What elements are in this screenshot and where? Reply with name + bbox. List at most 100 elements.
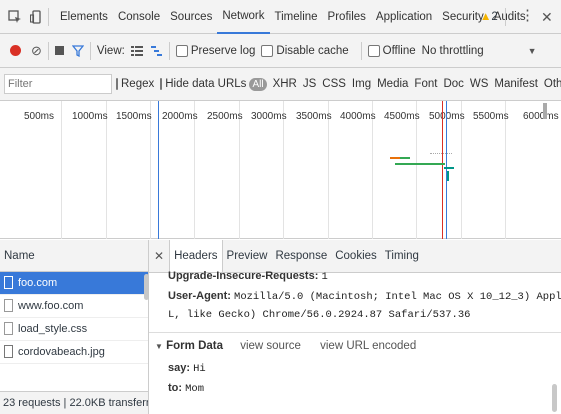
request-details: ✕ Headers Preview Response Cookies Timin… <box>149 240 561 414</box>
form-data-title: Form Data <box>166 340 223 352</box>
filter-type-css[interactable]: CSS <box>322 78 346 90</box>
request-name: www.foo.com <box>18 300 84 312</box>
hide-data-urls-label: Hide data URLs <box>165 78 247 90</box>
form-field-value: Mom <box>185 383 205 395</box>
filter-type-xhr[interactable]: XHR <box>273 78 297 90</box>
tab-headers[interactable]: Headers <box>169 240 223 272</box>
disable-cache-checkbox[interactable] <box>261 44 274 57</box>
document-icon <box>4 276 13 289</box>
request-name: foo.com <box>18 277 58 289</box>
tab-network[interactable]: Network <box>217 0 270 34</box>
tab-elements[interactable]: Elements <box>55 0 113 34</box>
details-scrollbar[interactable] <box>552 384 557 412</box>
throttling-select[interactable]: No throttling <box>422 45 484 57</box>
filter-type-font[interactable]: Font <box>414 78 437 90</box>
request-list: Name foo.com www.foo.com load_style.css … <box>0 240 149 414</box>
regex-checkbox[interactable] <box>116 78 118 90</box>
form-field-value: Hi <box>193 363 206 375</box>
inspect-element-icon[interactable] <box>8 9 22 24</box>
tab-application[interactable]: Application <box>371 0 437 34</box>
filter-type-manifest[interactable]: Manifest <box>494 78 537 90</box>
tick-label: 3000ms <box>251 111 287 122</box>
header-value: L, like Gecko) Chrome/56.0.2924.87 Safar… <box>168 309 471 321</box>
hide-data-urls-checkbox[interactable] <box>160 78 163 90</box>
dom-content-loaded-line <box>158 101 159 239</box>
filter-input[interactable] <box>4 74 112 94</box>
preserve-log-label: Preserve log <box>190 44 256 57</box>
close-icon[interactable]: ✕ <box>149 249 169 263</box>
warning-counter[interactable]: ▲2 <box>480 0 498 34</box>
tick-label: 4500ms <box>384 111 420 122</box>
header-value: 1 <box>321 271 328 283</box>
tab-console[interactable]: Console <box>113 0 165 34</box>
filter-type-img[interactable]: Img <box>352 78 371 90</box>
tab-profiles[interactable]: Profiles <box>323 0 371 34</box>
filter-type-ws[interactable]: WS <box>470 78 489 90</box>
toolbar-separator-2 <box>89 41 91 60</box>
form-field-row: to: Mom <box>168 382 204 395</box>
finish-line <box>446 101 447 239</box>
filter-type-all[interactable]: All <box>249 77 267 91</box>
waterfall-bar <box>400 157 410 159</box>
header-key: Upgrade-Insecure-Requests: <box>168 270 319 282</box>
timeline-overview[interactable]: 500ms 1000ms 1500ms 2000ms 2500ms 3000ms… <box>0 101 561 239</box>
tab-response[interactable]: Response <box>271 240 331 272</box>
form-field-row: say: Hi <box>168 362 206 375</box>
waterfall-overview-icon[interactable] <box>150 45 163 56</box>
tab-cookies[interactable]: Cookies <box>331 240 381 272</box>
dropdown-arrow-icon[interactable]: ▼ <box>528 46 537 56</box>
filter-type-media[interactable]: Media <box>377 78 408 90</box>
request-row[interactable]: www.foo.com <box>0 295 148 318</box>
header-row: Upgrade-Insecure-Requests: 1 <box>168 270 328 283</box>
form-field-key: to: <box>168 382 183 394</box>
toolbar-separator-3 <box>168 41 170 60</box>
filter-type-other[interactable]: Other <box>544 78 561 90</box>
tick-label: 1500ms <box>116 111 152 122</box>
request-name: load_style.css <box>18 323 88 335</box>
large-request-rows-icon[interactable] <box>130 45 143 56</box>
section-divider <box>149 332 561 333</box>
record-icon[interactable] <box>10 45 21 56</box>
request-row[interactable]: load_style.css <box>0 318 148 341</box>
tick-label: 4000ms <box>340 111 376 122</box>
request-row[interactable]: cordovabeach.jpg <box>0 341 148 364</box>
tabbar-separator <box>48 7 49 26</box>
filter-type-doc[interactable]: Doc <box>443 78 463 90</box>
waterfall-bar <box>395 163 445 165</box>
stylesheet-icon <box>4 322 13 335</box>
filter-type-js[interactable]: JS <box>303 78 316 90</box>
close-icon[interactable]: ✕ <box>541 0 553 34</box>
header-value-continued: L, like Gecko) Chrome/56.0.2924.87 Safar… <box>168 308 470 321</box>
offline-checkbox[interactable] <box>367 44 380 57</box>
tab-preview[interactable]: Preview <box>223 240 272 272</box>
device-toolbar-icon[interactable] <box>29 9 42 24</box>
tab-sources[interactable]: Sources <box>165 0 217 34</box>
tick-label: 6000ms <box>523 111 559 122</box>
toolbar-separator-4 <box>360 41 362 60</box>
name-column-header[interactable]: Name <box>0 240 148 272</box>
form-data-section-header[interactable]: ▼ Form Data view source view URL encoded <box>155 340 416 352</box>
view-url-encoded-link[interactable]: view URL encoded <box>320 340 416 352</box>
view-source-link[interactable]: view source <box>240 340 301 352</box>
tick-label: 2500ms <box>207 111 243 122</box>
vertical-ellipsis-icon[interactable]: ⋮ <box>520 0 535 34</box>
waterfall-bar <box>447 171 449 181</box>
tab-timing[interactable]: Timing <box>381 240 423 272</box>
header-key: User-Agent: <box>168 290 231 302</box>
image-icon <box>4 345 13 358</box>
waterfall-bar <box>390 157 400 159</box>
overview-drag-handle[interactable] <box>543 103 547 119</box>
preserve-log-checkbox[interactable] <box>175 44 188 57</box>
toolbar-separator-1 <box>47 41 49 60</box>
tab-timeline[interactable]: Timeline <box>270 0 323 34</box>
request-row[interactable]: foo.com <box>0 272 148 295</box>
tick-label: 5500ms <box>473 111 509 122</box>
offline-label: Offline <box>382 44 416 57</box>
devtools-tabbar: Elements Console Sources Network Timelin… <box>0 0 561 34</box>
filter-icon[interactable] <box>71 44 85 57</box>
details-tabbar: ✕ Headers Preview Response Cookies Timin… <box>149 240 561 273</box>
network-summary: 23 requests | 22.0KB transferred | 1... <box>0 391 148 414</box>
tabbar-separator-right <box>505 8 506 26</box>
capture-screenshots-icon[interactable] <box>54 46 64 55</box>
clear-icon[interactable]: ⊘ <box>31 43 42 59</box>
